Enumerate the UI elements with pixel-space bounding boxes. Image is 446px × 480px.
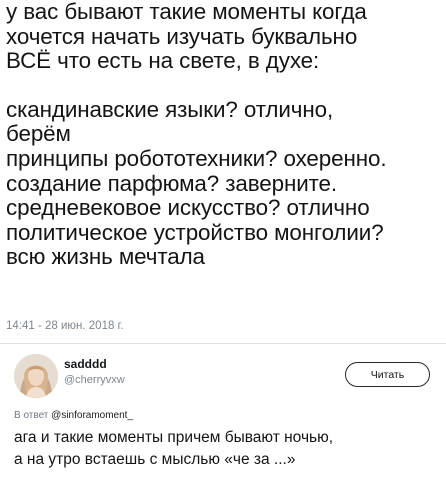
tweet-line: политическое устройство монголии? xyxy=(6,219,384,245)
tweet-line: средневековое искусство? отлично xyxy=(6,195,370,221)
avatar-photo xyxy=(14,354,58,398)
in-reply-label: В ответ xyxy=(14,410,49,421)
tweet-text: у вас бывают такие моменты когда хочется… xyxy=(6,0,442,270)
tweet-line: всю жизнь мечтала xyxy=(6,244,205,270)
reply-author-handle[interactable]: @cherryvxw xyxy=(64,374,125,386)
reply-text: ага и такие моменты причем бывают ночью,… xyxy=(14,427,439,471)
tweet-line: создание парфюма? заверните. xyxy=(6,170,338,196)
in-reply-to: В ответ @sinforamoment_ xyxy=(14,410,133,421)
reply-line: а на утро встаешь с мыслью «че за ...» xyxy=(14,451,296,468)
avatar[interactable] xyxy=(14,354,58,398)
tweet-timestamp[interactable]: 14:41 - 28 июн. 2018 г. xyxy=(6,320,124,332)
divider xyxy=(0,343,446,344)
in-reply-mention-link[interactable]: @sinforamoment_ xyxy=(51,410,133,421)
tweet-line: ВСЁ что есть на свете, в духе: xyxy=(6,48,320,74)
reply-line: ага и такие моменты причем бывают ночью, xyxy=(14,429,334,446)
reply-author-name[interactable]: sadddd xyxy=(64,357,107,371)
tweet-line: берём xyxy=(6,121,71,147)
tweet-line: скандинавские языки? отлично, xyxy=(6,96,334,122)
tweet-line: принципы робототехники? охеренно. xyxy=(6,145,387,171)
follow-button[interactable]: Читать xyxy=(345,362,430,387)
tweet-line: хочется начать изучать буквально xyxy=(6,23,358,49)
tweet-line: у вас бывают такие моменты когда xyxy=(6,0,367,24)
